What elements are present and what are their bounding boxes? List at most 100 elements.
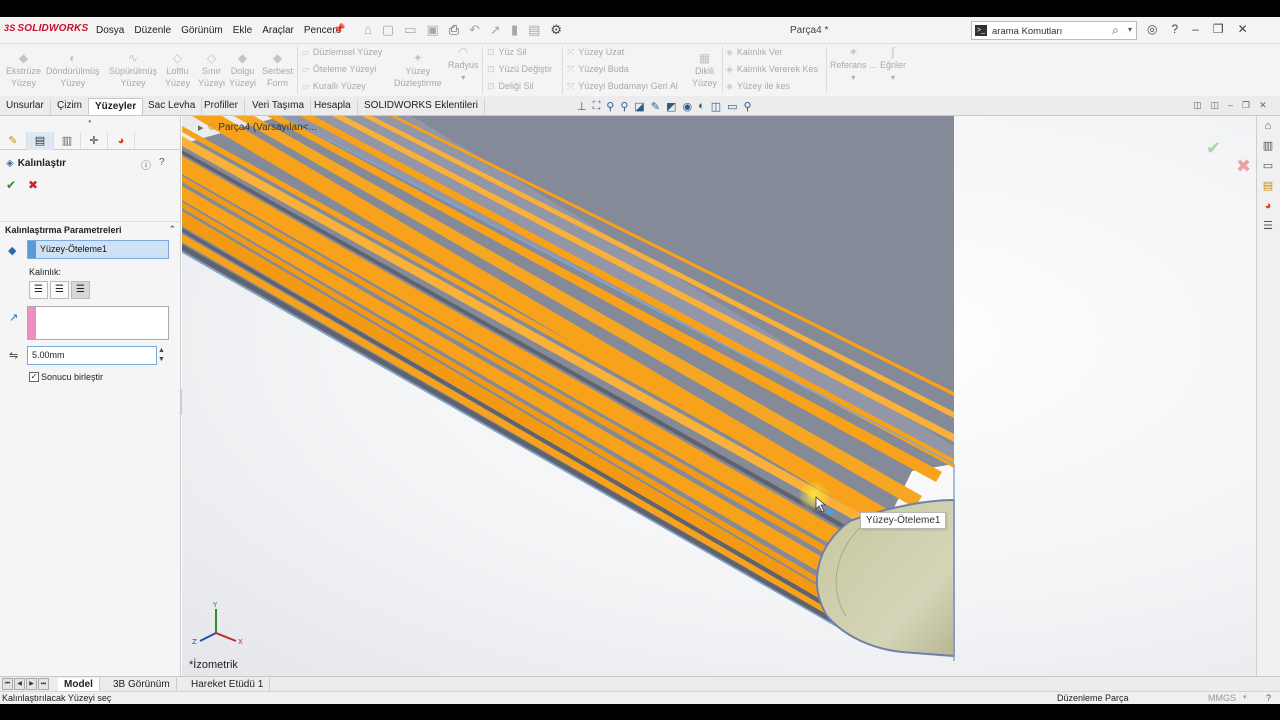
configurationmanager-icon[interactable]: ▥	[54, 132, 81, 150]
help-icon[interactable]: ?	[1171, 22, 1178, 36]
reference-geometry-button[interactable]: ✶ Referans ... ▾	[830, 46, 877, 84]
replace-face-button[interactable]: ⊡ Yüzü Değiştir	[487, 64, 552, 75]
filled-surface-button[interactable]: ◆ Dolgu Yüzeyi	[229, 52, 256, 89]
view-palette-icon[interactable]: ▤	[1257, 176, 1279, 196]
tab-motion-study[interactable]: Hareket Etüdü 1	[185, 678, 271, 691]
hide-show-items-icon[interactable]: ◉	[682, 100, 692, 113]
zoom-to-area-icon[interactable]: ⚲	[606, 100, 614, 113]
home-icon[interactable]: ⌂	[364, 22, 372, 38]
displaymanager-icon[interactable]: ◕	[108, 132, 135, 150]
prev-tab-icon[interactable]: ◀	[14, 678, 25, 690]
untrim-surface-button[interactable]: ⤧ Yüzeyi Budamayı Geri Al	[567, 81, 678, 92]
offset-surface-button[interactable]: ▱ Öteleme Yüzeyi	[302, 64, 376, 75]
fillet-button[interactable]: ◠ Radyus ▾	[448, 46, 479, 84]
knit-surface-button[interactable]: ▦ Dikili Yüzey	[692, 52, 717, 89]
doc-close-icon[interactable]: ✕	[1259, 100, 1267, 111]
command-search[interactable]: >_ arama Komutları ⌕ ▾	[971, 21, 1137, 40]
doc-minimize-icon[interactable]: –	[1228, 100, 1233, 111]
help-icon[interactable]: ?	[159, 157, 165, 172]
last-tab-icon[interactable]: ⏭	[38, 678, 49, 690]
ok-button[interactable]: ✔	[6, 178, 16, 192]
options-gear-icon[interactable]: ⚙	[550, 22, 562, 38]
solidworks-logo[interactable]: 3S SOLIDWORKS	[4, 23, 88, 34]
confirm-cancel-icon[interactable]: ✖	[1236, 156, 1251, 177]
search-icon[interactable]: ⌕	[1112, 23, 1119, 38]
menu-araclar[interactable]: Araçlar	[262, 25, 294, 36]
apply-scene-icon[interactable]: ◫	[711, 100, 721, 113]
cut-with-surface-button[interactable]: ◈ Yüzey ile kes	[726, 81, 790, 92]
trim-surface-button[interactable]: ⤧ Yüzeyi Buda	[567, 64, 629, 75]
viewport-tile-icon[interactable]: ◫	[1211, 100, 1220, 111]
featuremanager-icon[interactable]: ✎	[0, 132, 27, 150]
tab-model[interactable]: Model	[58, 678, 100, 691]
lofted-surface-button[interactable]: ◇ Loftlu Yüzey	[165, 52, 190, 89]
tab-3d-view[interactable]: 3B Görünüm	[107, 678, 177, 691]
close-icon[interactable]: ✕	[1238, 22, 1248, 36]
minimize-icon[interactable]: –	[1192, 22, 1199, 36]
chevron-down-icon[interactable]: ▾	[461, 73, 465, 82]
chevron-up-icon[interactable]: ⌃	[168, 224, 176, 235]
extruded-surface-button[interactable]: ◆ Ekstrüze Yüzey	[6, 52, 41, 89]
home-icon[interactable]: ⌂	[1257, 116, 1279, 136]
print-icon[interactable]: ⎙	[449, 22, 459, 38]
planar-surface-button[interactable]: ▱ Düzlemsel Yüzey	[302, 47, 382, 58]
cancel-button[interactable]: ✖	[28, 178, 38, 192]
delete-hole-button[interactable]: ⊡ Deliği Sil	[487, 81, 534, 92]
doc-restore-icon[interactable]: ❐	[1242, 100, 1250, 111]
appearances-icon[interactable]: ◕	[1257, 196, 1279, 216]
design-library-icon[interactable]: ▥	[1257, 136, 1279, 156]
ruled-surface-button[interactable]: ▱ Kurallı Yüzey	[302, 81, 366, 92]
curves-button[interactable]: ∫ Eğriler ▾	[880, 46, 906, 84]
tab-unsurlar[interactable]: Unsurlar	[0, 98, 51, 115]
thicken-both-button[interactable]: ☰	[50, 281, 69, 299]
surface-selection-box[interactable]: Yüzey-Öteleme1	[27, 240, 169, 259]
thickened-cut-button[interactable]: ◈ Kalınlık Vererek Kes	[726, 64, 818, 75]
help-icon[interactable]: ?	[1266, 692, 1271, 704]
confirm-ok-icon[interactable]: ✔	[1206, 138, 1221, 159]
custom-properties-icon[interactable]: ☰	[1257, 216, 1279, 236]
swept-surface-button[interactable]: ∿ Süpürülmüş Yüzey	[109, 52, 157, 89]
dynamic-annotation-icon[interactable]: ✎	[651, 100, 660, 113]
menu-duzenle[interactable]: Düzenle	[134, 25, 171, 36]
units-selector[interactable]: MMGS	[1208, 692, 1236, 704]
propertymanager-icon[interactable]: ▤	[27, 132, 54, 150]
drag-handle-icon[interactable]: ●	[88, 119, 92, 125]
restore-icon[interactable]: ❐	[1213, 22, 1224, 36]
tab-yuzeyler[interactable]: Yüzeyler	[88, 98, 144, 115]
save-icon[interactable]: ▣	[426, 22, 438, 38]
menu-gorunum[interactable]: Görünüm	[181, 25, 223, 36]
next-tab-icon[interactable]: ▶	[26, 678, 37, 690]
menu-ekle[interactable]: Ekle	[233, 25, 252, 36]
thickness-input[interactable]: 5.00mm	[27, 346, 157, 365]
help-icon[interactable]: ⓘ	[141, 157, 151, 172]
merge-result-checkbox[interactable]: ✓	[29, 372, 39, 382]
chevron-down-icon[interactable]: ▾	[851, 73, 855, 82]
zoom-icon[interactable]: ⚲	[744, 100, 752, 113]
thicken-side1-button[interactable]: ☰	[29, 281, 48, 299]
viewport-split-icon[interactable]: ◫	[1193, 100, 1202, 111]
chevron-right-icon[interactable]: ▶	[198, 125, 203, 132]
undo-icon[interactable]: ↶	[469, 22, 480, 38]
thicken-side2-button[interactable]: ☰	[71, 281, 90, 299]
model-3d-view[interactable]	[182, 116, 1256, 676]
revolved-surface-button[interactable]: ◐ Döndürülmüş Yüzey	[46, 52, 100, 89]
select-icon[interactable]: ➚	[490, 22, 501, 38]
previous-view-icon[interactable]: ⚲	[620, 100, 628, 113]
menu-dosya[interactable]: Dosya	[96, 25, 124, 36]
tab-hesapla[interactable]: Hesapla	[308, 98, 358, 115]
graphics-area[interactable]: ▶ ⚙ Parça4 (Varsayılan<... Yüzey-Öteleme1 …	[182, 116, 1256, 676]
boundary-surface-button[interactable]: ◇ Sınır Yüzeyi	[198, 52, 225, 89]
tab-cizim[interactable]: Çizim	[51, 98, 89, 115]
chevron-down-icon[interactable]: ▾	[1128, 25, 1132, 34]
group-header[interactable]: Kalınlaştırma Parametreleri ⌃	[0, 221, 181, 237]
extend-surface-button[interactable]: ⤧ Yüzey Uzat	[567, 47, 624, 58]
section-view-icon[interactable]: ◪	[634, 100, 644, 113]
new-icon[interactable]: ▢	[382, 22, 394, 38]
dimxpertmanager-icon[interactable]: ✛	[81, 132, 108, 150]
first-tab-icon[interactable]: ⏮	[2, 678, 13, 690]
tab-profiller[interactable]: Profiller	[198, 98, 245, 115]
delete-face-button[interactable]: ⊡ Yüz Sil	[487, 47, 527, 58]
search-input[interactable]: arama Komutları	[992, 26, 1062, 37]
pin-icon[interactable]: 📌	[333, 24, 345, 35]
zoom-to-fit-icon[interactable]: ⛶	[593, 100, 601, 113]
